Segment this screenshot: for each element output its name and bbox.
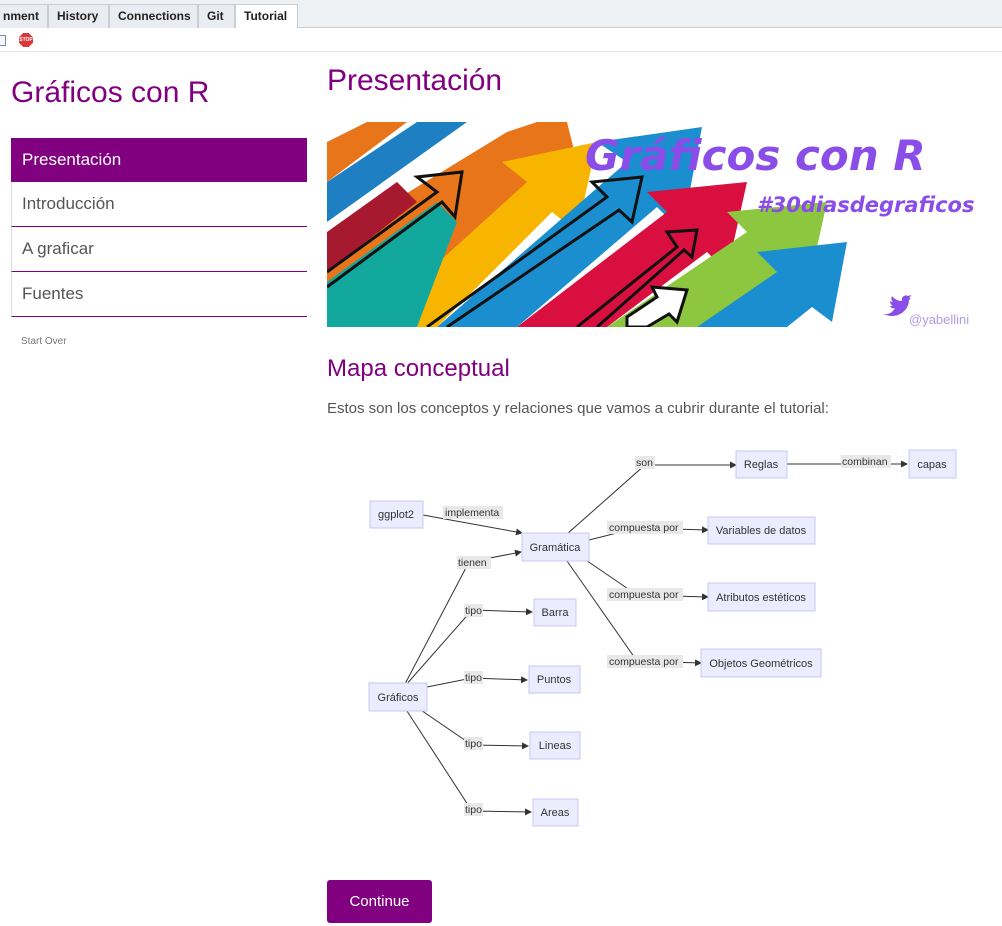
node-label: Areas — [541, 807, 570, 819]
concept-map-svg: implementa son combinan compuesta por co… — [368, 449, 957, 827]
edge-tienen — [404, 549, 522, 685]
intro-text: Estos son los conceptos y relaciones que… — [327, 400, 829, 417]
node-lineas: Lineas — [529, 731, 581, 760]
edge-label-compuesta-por: compuesta por — [609, 589, 679, 601]
node-label: capas — [917, 459, 947, 471]
node-puntos: Puntos — [528, 665, 581, 694]
edge-label-tipo: tipo — [465, 804, 482, 816]
node-areas: Areas — [532, 798, 579, 827]
section-title: Mapa conceptual — [327, 355, 510, 382]
edge-tipo-areas — [404, 707, 532, 816]
node-graficos: Gráficos — [368, 682, 428, 712]
edge-objetos — [566, 560, 702, 667]
node-atributos-esteticos: Atributos estéticos — [707, 582, 816, 612]
tab-connections[interactable]: Connections — [109, 4, 198, 28]
node-variables-de-datos: Variables de datos — [707, 516, 816, 545]
sidebar-item-a-graficar[interactable]: A graficar — [11, 227, 307, 272]
node-label: Reglas — [744, 459, 779, 471]
node-label: Lineas — [539, 740, 572, 752]
edge-label-tipo: tipo — [465, 738, 482, 750]
node-label: Barra — [542, 607, 570, 619]
node-label: Gramática — [530, 542, 582, 554]
node-label: Gráficos — [378, 692, 419, 704]
node-ggplot2: ggplot2 — [369, 500, 424, 529]
start-over-link[interactable]: Start Over — [21, 336, 67, 347]
tab-label: Connections — [118, 9, 191, 23]
tab-label: Tutorial — [244, 9, 288, 23]
tab-label: History — [57, 9, 99, 23]
node-label: Objetos Geométricos — [709, 658, 813, 670]
node-reglas: Reglas — [735, 450, 788, 479]
edge-label-tipo: tipo — [465, 672, 482, 684]
page-title: Presentación — [327, 64, 503, 97]
banner-image: Gráficos con R #30diasdegraficos @yabell… — [327, 122, 987, 327]
node-label: Atributos estéticos — [716, 592, 806, 604]
node-capas: capas — [908, 449, 957, 479]
node-label: Puntos — [537, 674, 572, 686]
tab-tutorial[interactable]: Tutorial — [235, 4, 298, 29]
sidebar-item-fuentes[interactable]: Fuentes — [11, 272, 307, 317]
banner-graphic: Gráficos con R #30diasdegraficos @yabell… — [327, 122, 987, 327]
sidebar-item-presentacion[interactable]: Presentación — [11, 138, 307, 182]
edge-label-compuesta-por: compuesta por — [609, 522, 679, 534]
tab-history[interactable]: History — [48, 4, 109, 28]
banner-hashtag: #30diasdegraficos — [757, 193, 974, 217]
node-gramatica: Gramática — [521, 532, 590, 562]
node-label: Variables de datos — [716, 525, 807, 537]
tab-git[interactable]: Git — [198, 4, 235, 28]
edge-label-tienen: tienen — [458, 557, 487, 569]
concept-map: implementa son combinan compuesta por co… — [327, 440, 987, 840]
document-icon[interactable] — [0, 35, 6, 46]
sidebar-item-introduccion[interactable]: Introducción — [11, 182, 307, 227]
node-label: ggplot2 — [378, 509, 414, 521]
node-barra: Barra — [533, 598, 577, 627]
edge-label-tipo: tipo — [465, 605, 482, 617]
continue-button[interactable]: Continue — [327, 880, 432, 923]
edge-label-compuesta-por: compuesta por — [609, 656, 679, 668]
banner-title: Gráficos con R — [585, 131, 926, 180]
banner-handle: @yabellini — [909, 312, 969, 327]
tab-environment[interactable]: nment — [0, 4, 48, 28]
tab-bar: nment History Connections Git Tutorial — [0, 0, 1002, 29]
stop-icon[interactable]: STOP — [19, 33, 33, 47]
tutorial-title: Gráficos con R — [11, 76, 210, 109]
edge-label-son: son — [636, 457, 653, 469]
edge-label-implementa: implementa — [445, 507, 499, 519]
tab-label: Git — [207, 9, 224, 23]
tab-label: nment — [3, 9, 39, 23]
node-objetos-geometricos: Objetos Geométricos — [700, 648, 822, 678]
edge-label-combinan: combinan — [842, 456, 888, 468]
sidebar-nav: Presentación Introducción A graficar Fue… — [11, 138, 307, 317]
tutorial-toolbar: STOP — [0, 28, 1002, 52]
